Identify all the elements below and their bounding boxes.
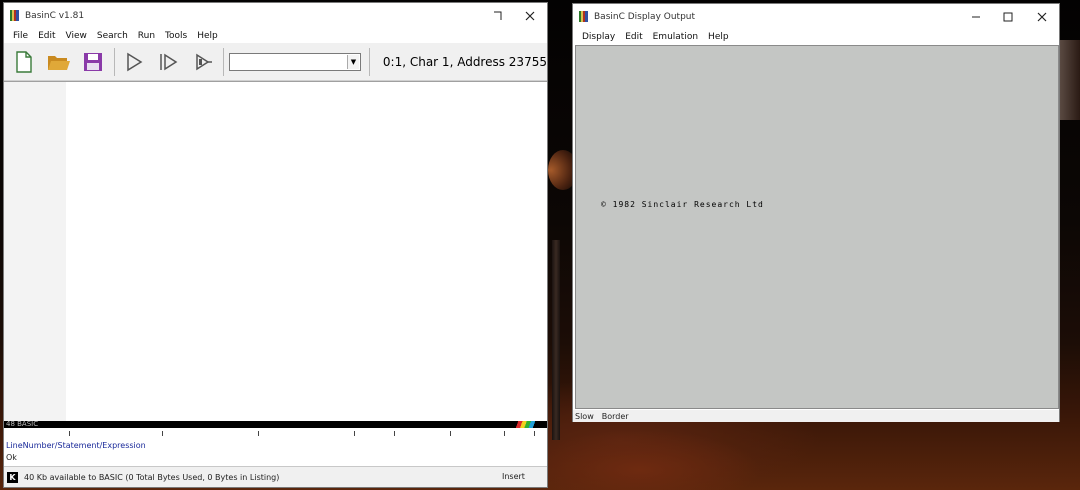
border-status: Border <box>601 411 629 421</box>
menu-view[interactable]: View <box>61 31 92 41</box>
save-icon <box>84 52 103 71</box>
maximize-icon <box>1003 12 1013 21</box>
wallpaper-tower <box>552 240 560 440</box>
trace-button[interactable] <box>189 47 218 77</box>
editor-statusbar: K 40 Kb available to BASIC (0 Total Byte… <box>4 466 547 487</box>
ruler-tick <box>534 431 535 436</box>
line-number-gutter <box>4 82 66 422</box>
new-file-button[interactable] <box>10 47 39 77</box>
menu-edit[interactable]: Edit <box>33 31 60 41</box>
ruler-tick <box>504 431 505 436</box>
new-icon <box>16 50 32 73</box>
menu-help[interactable]: Help <box>703 32 734 42</box>
editor-menubar: File Edit View Search Run Tools Help <box>4 28 547 43</box>
spectrum-rainbow-stripe <box>513 421 537 428</box>
close-icon <box>525 11 535 20</box>
run-icon <box>127 52 143 71</box>
mode-k-indicator: K <box>7 471 18 483</box>
editor-titlebar[interactable]: BasinC v1.81 <box>4 3 547 28</box>
maximize-icon <box>494 11 502 20</box>
wallpaper-edge <box>1060 40 1080 120</box>
display-statusbar: Slow Border <box>573 410 1059 422</box>
minimize-icon <box>972 16 980 17</box>
maximize-button[interactable] <box>991 4 1025 29</box>
run-button[interactable] <box>120 47 149 77</box>
ruler-label: 48 BASIC <box>6 420 39 428</box>
editor-ruler: 48 BASIC <box>4 420 547 439</box>
ruler-tick <box>69 431 70 436</box>
info-panel: LineNumber/Statement/Expression Ok <box>4 439 547 465</box>
trace-icon <box>196 53 213 70</box>
insert-mode-indicator: Insert <box>502 472 525 481</box>
basinc-app-icon <box>579 11 588 22</box>
copyright-message: © 1982 Sinclair Research Ltd <box>601 200 764 209</box>
minimize-button[interactable] <box>959 4 993 29</box>
menu-help[interactable]: Help <box>192 31 223 41</box>
spectrum-screen[interactable]: © 1982 Sinclair Research Ltd <box>575 45 1059 409</box>
open-file-button[interactable] <box>45 47 74 77</box>
info-syntax-line: LineNumber/Statement/Expression <box>6 441 146 450</box>
ruler-tick <box>354 431 355 436</box>
menu-display[interactable]: Display <box>577 32 620 42</box>
toolbar-separator <box>368 47 370 76</box>
display-menubar: Display Edit Emulation Help <box>573 29 1059 44</box>
close-button[interactable] <box>1025 4 1059 29</box>
ruler-bar: 48 BASIC <box>4 420 547 428</box>
basinc-editor-window: BasinC v1.81 File Edit View Search Run T… <box>3 2 548 488</box>
ruler-tick <box>162 431 163 436</box>
ruler-tick <box>394 431 395 436</box>
basic-code-editor[interactable] <box>4 81 547 422</box>
editor-toolbar: ▼ 0:1, Char 1, Address 23755 <box>4 43 547 81</box>
maximize-button[interactable] <box>480 3 514 28</box>
display-window-title: BasinC Display Output <box>594 11 696 22</box>
close-button[interactable] <box>513 3 547 28</box>
menu-edit[interactable]: Edit <box>620 32 647 42</box>
ruler-tick <box>258 431 259 436</box>
menu-search[interactable]: Search <box>92 31 133 41</box>
display-output-window: BasinC Display Output Display Edit Emula… <box>572 3 1060 422</box>
combobox-dropdown-button[interactable]: ▼ <box>346 54 359 69</box>
editor-window-title: BasinC v1.81 <box>25 10 85 21</box>
info-status-line: Ok <box>6 453 17 462</box>
menu-file[interactable]: File <box>8 31 33 41</box>
cursor-position-readout: 0:1, Char 1, Address 23755 <box>382 54 547 69</box>
menu-run[interactable]: Run <box>133 31 160 41</box>
speed-status: Slow <box>575 411 594 421</box>
display-titlebar[interactable]: BasinC Display Output <box>573 4 1059 29</box>
ruler-tick <box>450 431 451 436</box>
close-icon <box>1037 12 1047 21</box>
basinc-app-icon <box>10 10 19 21</box>
memory-status-text: 40 Kb available to BASIC (0 Total Bytes … <box>24 472 280 482</box>
goto-combobox[interactable]: ▼ <box>229 52 361 71</box>
toolbar-separator <box>113 47 115 76</box>
step-button[interactable] <box>154 47 183 77</box>
menu-emulation[interactable]: Emulation <box>648 32 703 42</box>
chevron-down-icon: ▼ <box>350 57 357 66</box>
toolbar-separator <box>223 47 225 76</box>
open-folder-icon <box>47 55 70 70</box>
save-file-button[interactable] <box>79 47 108 77</box>
step-icon <box>159 53 177 70</box>
menu-tools[interactable]: Tools <box>160 31 192 41</box>
